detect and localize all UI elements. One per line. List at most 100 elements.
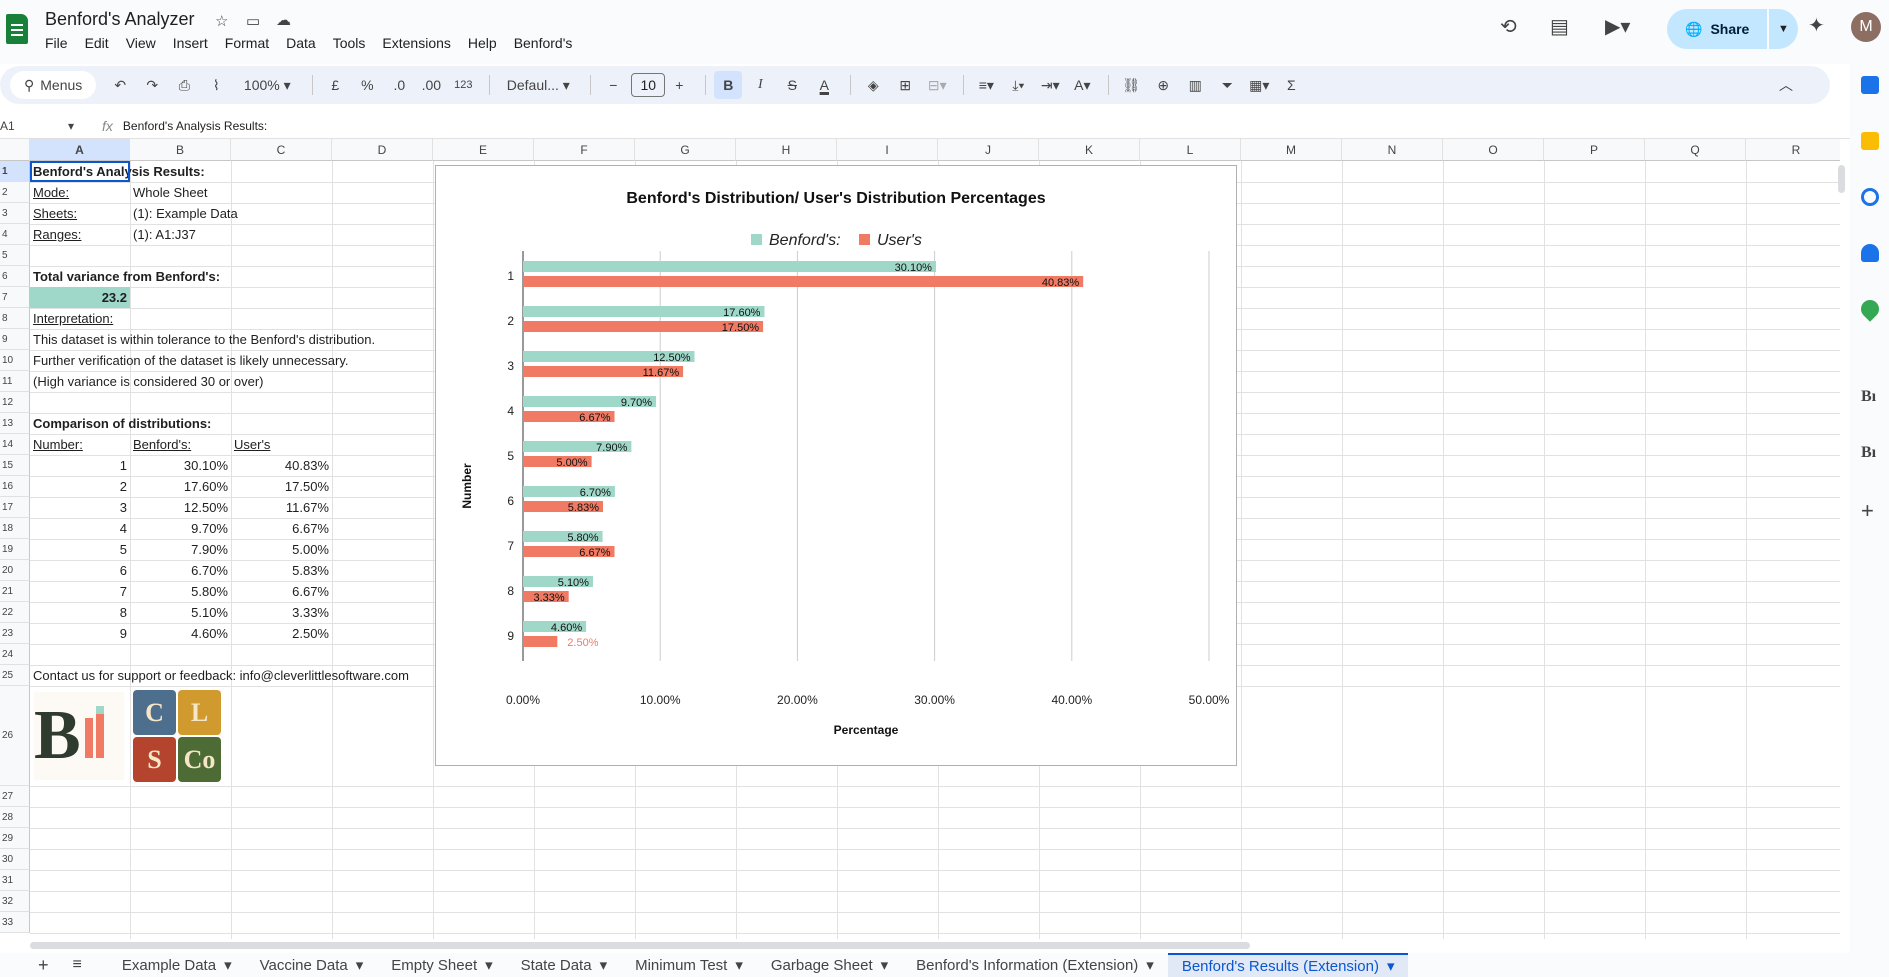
row-header-11[interactable]: 11 <box>0 371 30 392</box>
benfords-addon-2-icon[interactable]: Bı <box>1861 444 1879 462</box>
cell-a23[interactable]: 9 <box>30 623 130 644</box>
column-header-c[interactable]: C <box>231 139 332 161</box>
cell-b18[interactable]: 9.70% <box>130 518 231 539</box>
benfords-addon-icon[interactable]: Bı <box>1861 388 1879 406</box>
share-dropdown-button[interactable]: ▼ <box>1769 9 1798 49</box>
column-header-i[interactable]: I <box>837 139 938 161</box>
row-header-17[interactable]: 17 <box>0 497 30 518</box>
fill-color-icon[interactable]: ◈ <box>859 71 887 99</box>
meet-icon[interactable]: ▶▾ <box>1605 14 1630 39</box>
decrease-font-size-icon[interactable]: − <box>599 71 627 99</box>
menu-format[interactable]: Format <box>225 35 269 51</box>
column-header-l[interactable]: L <box>1140 139 1241 161</box>
cell-b22[interactable]: 5.10% <box>130 602 231 623</box>
undo-icon[interactable]: ↶ <box>106 71 134 99</box>
menu-search[interactable]: ⚲ Menus <box>10 71 97 99</box>
contacts-icon[interactable] <box>1861 244 1879 262</box>
chevron-down-icon[interactable]: ▾ <box>224 956 232 974</box>
column-header-r[interactable]: R <box>1746 139 1840 161</box>
sheet-tab-2[interactable]: Vaccine Data ▾ <box>246 956 378 975</box>
row-header-2[interactable]: 2 <box>0 182 30 203</box>
avatar[interactable]: M <box>1851 12 1881 42</box>
row-header-14[interactable]: 14 <box>0 434 30 455</box>
italic-button[interactable]: I <box>746 71 774 99</box>
chevron-down-icon[interactable]: ▾ <box>600 956 608 974</box>
row-header-3[interactable]: 3 <box>0 203 30 224</box>
chevron-down-icon[interactable]: ▾ <box>356 956 364 974</box>
row-header-29[interactable]: 29 <box>0 828 30 849</box>
cell-a17[interactable]: 3 <box>30 497 130 518</box>
row-header-20[interactable]: 20 <box>0 560 30 581</box>
column-header-f[interactable]: F <box>534 139 635 161</box>
row-header-27[interactable]: 27 <box>0 786 30 807</box>
text-wrapping-icon[interactable]: ⇥▾ <box>1036 71 1064 99</box>
chevron-down-icon[interactable]: ▾ <box>485 956 493 974</box>
cell-b3[interactable]: (1): Example Data <box>130 203 330 224</box>
row-header-7[interactable]: 7 <box>0 287 30 308</box>
cell-a13[interactable]: Comparison of distributions: <box>30 413 330 434</box>
functions-icon[interactable]: Σ <box>1277 71 1305 99</box>
cell-c14[interactable]: User's <box>231 434 332 455</box>
row-header-22[interactable]: 22 <box>0 602 30 623</box>
column-header-d[interactable]: D <box>332 139 433 161</box>
row-header-21[interactable]: 21 <box>0 581 30 602</box>
row-header-8[interactable]: 8 <box>0 308 30 329</box>
bold-button[interactable]: B <box>714 71 743 99</box>
menu-tools[interactable]: Tools <box>333 35 366 51</box>
redo-icon[interactable]: ↷ <box>138 71 166 99</box>
cell-b14[interactable]: Benford's: <box>130 434 231 455</box>
cloud-saved-icon[interactable]: ☁ <box>276 11 291 29</box>
row-header-30[interactable]: 30 <box>0 849 30 870</box>
row-header-4[interactable]: 4 <box>0 224 30 245</box>
row-header-25[interactable]: 25 <box>0 665 30 686</box>
calendar-icon[interactable] <box>1861 76 1879 94</box>
add-addon-icon[interactable]: + <box>1861 498 1879 523</box>
menu-data[interactable]: Data <box>286 35 316 51</box>
percent-format-button[interactable]: % <box>353 71 381 99</box>
cell-b19[interactable]: 7.90% <box>130 539 231 560</box>
horizontal-scrollbar[interactable] <box>30 942 1250 949</box>
document-title[interactable]: Benford's Analyzer <box>45 9 195 30</box>
comments-icon[interactable]: ▤ <box>1550 14 1569 39</box>
column-header-g[interactable]: G <box>635 139 736 161</box>
all-sheets-icon[interactable]: ≡ <box>59 956 108 974</box>
cell-a7[interactable]: 23.2 <box>30 287 130 308</box>
sheet-tab-6[interactable]: Garbage Sheet ▾ <box>757 956 902 975</box>
tasks-icon[interactable] <box>1861 188 1879 206</box>
cell-c22[interactable]: 3.33% <box>231 602 332 623</box>
column-header-a[interactable]: A <box>30 139 130 161</box>
row-header-1[interactable]: 1 <box>0 161 30 182</box>
cell-c21[interactable]: 6.67% <box>231 581 332 602</box>
cell-a1[interactable]: Benford's Analysis Results: <box>30 161 330 182</box>
sheets-logo-icon[interactable] <box>6 14 28 44</box>
cell-a6[interactable]: Total variance from Benford's: <box>30 266 330 287</box>
increase-font-size-icon[interactable]: + <box>665 71 693 99</box>
vertical-align-icon[interactable]: ⤓▾ <box>1004 71 1032 99</box>
chevron-down-icon[interactable]: ▾ <box>881 956 889 974</box>
column-header-k[interactable]: K <box>1039 139 1140 161</box>
cell-a11[interactable]: (High variance is considered 30 or over) <box>30 371 450 392</box>
cell-c15[interactable]: 40.83% <box>231 455 332 476</box>
menu-edit[interactable]: Edit <box>85 35 109 51</box>
row-header-15[interactable]: 15 <box>0 455 30 476</box>
maps-icon[interactable] <box>1857 296 1883 322</box>
borders-icon[interactable]: ⊞ <box>891 71 919 99</box>
row-header-13[interactable]: 13 <box>0 413 30 434</box>
add-sheet-icon[interactable]: + <box>0 955 59 976</box>
more-formats-button[interactable]: 123 <box>449 71 477 99</box>
embedded-chart[interactable]: Benford's Distribution/ User's Distribut… <box>435 165 1237 766</box>
row-header-23[interactable]: 23 <box>0 623 30 644</box>
cell-a19[interactable]: 5 <box>30 539 130 560</box>
menu-benfords[interactable]: Benford's <box>514 35 573 51</box>
cell-a20[interactable]: 6 <box>30 560 130 581</box>
row-header-31[interactable]: 31 <box>0 870 30 891</box>
cell-a9[interactable]: This dataset is within tolerance to the … <box>30 329 450 350</box>
formula-input[interactable]: Benford's Analysis Results: <box>123 119 267 133</box>
cell-c23[interactable]: 2.50% <box>231 623 332 644</box>
filter-icon[interactable]: ⏷ <box>1213 71 1241 99</box>
cell-a10[interactable]: Further verification of the dataset is l… <box>30 350 450 371</box>
cell-a8[interactable]: Interpretation: <box>30 308 130 329</box>
cell-b4[interactable]: (1): A1:J37 <box>130 224 330 245</box>
menu-extensions[interactable]: Extensions <box>382 35 450 51</box>
keep-icon[interactable] <box>1861 132 1879 150</box>
